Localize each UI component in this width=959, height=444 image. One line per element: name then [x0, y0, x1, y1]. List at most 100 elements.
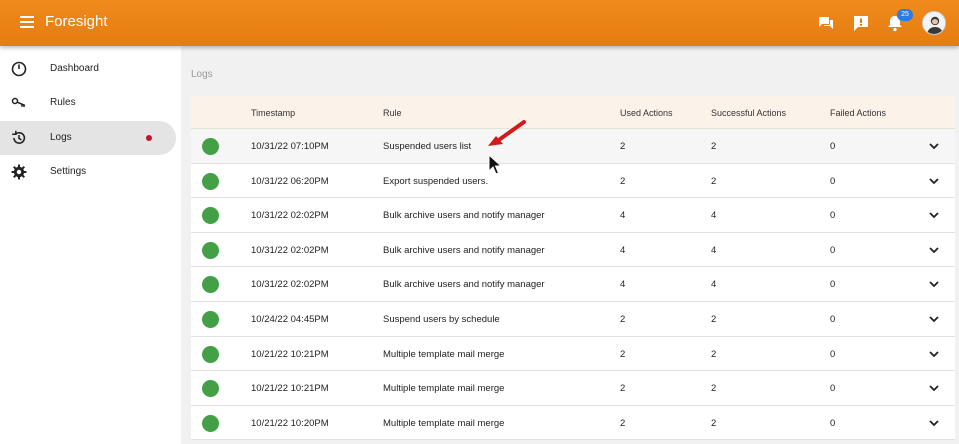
chevron-down-icon[interactable] — [928, 210, 940, 220]
table-row[interactable]: 10/31/22 02:02PM Bulk archive users and n… — [191, 198, 955, 233]
table-row[interactable]: 10/21/22 10:21PM Multiple template mail m… — [191, 371, 955, 406]
cell-rule: Export suspended users. — [383, 175, 489, 187]
column-header-used-actions[interactable]: Used Actions — [620, 108, 673, 118]
main-content: Logs Timestamp Rule Used Actions Success… — [181, 46, 959, 444]
cell-timestamp: 10/31/22 02:02PM — [251, 210, 329, 222]
sidebar-item-rules[interactable]: Rules — [0, 86, 176, 120]
user-avatar[interactable] — [922, 11, 946, 35]
sidebar-item-logs[interactable]: Logs — [0, 121, 176, 155]
breadcrumb: Logs — [191, 69, 213, 80]
cell-failed-actions: 0 — [830, 279, 836, 291]
table-row[interactable]: 10/21/22 10:20PM Multiple template mail m… — [191, 405, 955, 441]
cell-used-actions: 4 — [620, 244, 626, 256]
sidebar: Dashboard Rules Logs Settings — [0, 46, 181, 444]
cell-rule: Bulk archive users and notify manager — [383, 244, 545, 256]
status-success-icon — [202, 138, 219, 155]
hamburger-menu-icon[interactable] — [20, 16, 34, 28]
cell-successful-actions: 2 — [711, 383, 717, 395]
table-row[interactable]: 10/24/22 04:45PM Suspend users by schedul… — [191, 301, 955, 337]
cell-successful-actions: 2 — [711, 175, 717, 187]
cell-used-actions: 2 — [620, 383, 626, 395]
status-success-icon — [202, 276, 219, 294]
table-row[interactable]: 10/31/22 02:02PM Bulk archive users and n… — [191, 267, 955, 302]
active-indicator-dot — [146, 135, 152, 141]
cell-timestamp: 10/21/22 10:20PM — [251, 417, 329, 429]
cell-failed-actions: 0 — [830, 417, 836, 429]
chevron-down-icon[interactable] — [928, 349, 940, 359]
cell-rule: Multiple template mail merge — [383, 348, 505, 360]
cell-rule: Suspend users by schedule — [383, 313, 500, 325]
cell-timestamp: 10/24/22 04:45PM — [251, 313, 329, 325]
cell-used-actions: 2 — [620, 348, 626, 360]
cell-rule: Multiple template mail merge — [383, 417, 505, 429]
cell-used-actions: 2 — [620, 175, 626, 187]
cell-rule: Bulk archive users and notify manager — [383, 279, 545, 291]
table-row[interactable]: 10/31/22 06:20PM Export suspended users. 2… — [191, 163, 955, 199]
cell-used-actions: 4 — [620, 279, 626, 291]
cell-rule: Suspended users list — [383, 141, 472, 152]
sidebar-item-settings[interactable]: Settings — [0, 155, 176, 189]
cell-failed-actions: 0 — [830, 383, 836, 395]
chevron-down-icon[interactable] — [928, 418, 940, 428]
dashboard-gauge-icon — [11, 61, 27, 77]
sidebar-item-dashboard[interactable]: Dashboard — [0, 52, 176, 86]
cell-successful-actions: 4 — [711, 279, 717, 291]
chevron-down-icon[interactable] — [928, 176, 940, 186]
status-success-icon — [202, 414, 219, 432]
cell-successful-actions: 2 — [711, 313, 717, 325]
cell-timestamp: 10/31/22 06:20PM — [251, 175, 329, 187]
cell-timestamp: 10/31/22 02:02PM — [251, 244, 329, 256]
table-row[interactable]: 10/21/22 10:21PM Multiple template mail m… — [191, 336, 955, 372]
chevron-down-icon[interactable] — [928, 279, 940, 289]
table-row[interactable]: 10/31/22 02:02PM Bulk archive users and n… — [191, 232, 955, 268]
cell-used-actions: 2 — [620, 313, 626, 325]
status-success-icon — [202, 310, 219, 328]
table-row[interactable]: 10/31/22 07:10PM Suspended users list 2 2 0 — [191, 129, 955, 164]
feedback-icon[interactable] — [852, 14, 870, 32]
status-success-icon — [202, 172, 219, 190]
status-success-icon — [202, 345, 219, 363]
status-success-icon — [202, 241, 219, 259]
cell-successful-actions: 4 — [711, 244, 717, 256]
annotation-arrow-icon — [488, 120, 526, 146]
cell-successful-actions: 2 — [711, 141, 717, 152]
column-header-failed-actions[interactable]: Failed Actions — [830, 108, 886, 118]
cell-used-actions: 4 — [620, 210, 626, 222]
chevron-down-icon[interactable] — [928, 245, 940, 255]
status-success-icon — [202, 380, 219, 398]
column-header-rule[interactable]: Rule — [383, 108, 402, 118]
sidebar-item-label: Settings — [50, 166, 87, 177]
chevron-down-icon[interactable] — [928, 141, 940, 151]
user-avatar-icon — [923, 12, 945, 34]
rules-key-icon — [11, 97, 26, 107]
cell-used-actions: 2 — [620, 417, 626, 429]
cell-timestamp: 10/31/22 02:02PM — [251, 279, 329, 291]
table-header: Timestamp Rule Used Actions Successful A… — [191, 96, 955, 129]
chevron-down-icon[interactable] — [928, 383, 940, 393]
cell-failed-actions: 0 — [830, 210, 836, 222]
cell-successful-actions: 4 — [711, 210, 717, 222]
history-icon — [12, 130, 26, 144]
column-header-timestamp[interactable]: Timestamp — [251, 108, 295, 118]
sidebar-item-label: Rules — [50, 97, 76, 108]
cell-successful-actions: 2 — [711, 417, 717, 429]
cell-timestamp: 10/21/22 10:21PM — [251, 383, 329, 395]
chat-icon[interactable] — [817, 14, 835, 32]
gear-icon — [11, 164, 27, 180]
chevron-down-icon[interactable] — [928, 314, 940, 324]
cell-failed-actions: 0 — [830, 141, 836, 152]
cell-rule: Multiple template mail merge — [383, 383, 505, 395]
column-header-successful-actions[interactable]: Successful Actions — [711, 108, 786, 118]
sidebar-item-label: Logs — [50, 132, 72, 143]
app-title: Foresight — [45, 13, 108, 30]
cell-used-actions: 2 — [620, 141, 626, 152]
cell-timestamp: 10/31/22 07:10PM — [251, 141, 329, 152]
cell-failed-actions: 0 — [830, 348, 836, 360]
logs-table: Timestamp Rule Used Actions Successful A… — [191, 96, 955, 441]
top-app-bar: Foresight 25 — [0, 0, 959, 46]
notification-count-badge: 25 — [897, 9, 913, 21]
cell-failed-actions: 0 — [830, 313, 836, 325]
cell-failed-actions: 0 — [830, 175, 836, 187]
mouse-cursor-icon — [488, 154, 502, 175]
cell-rule: Bulk archive users and notify manager — [383, 210, 545, 222]
